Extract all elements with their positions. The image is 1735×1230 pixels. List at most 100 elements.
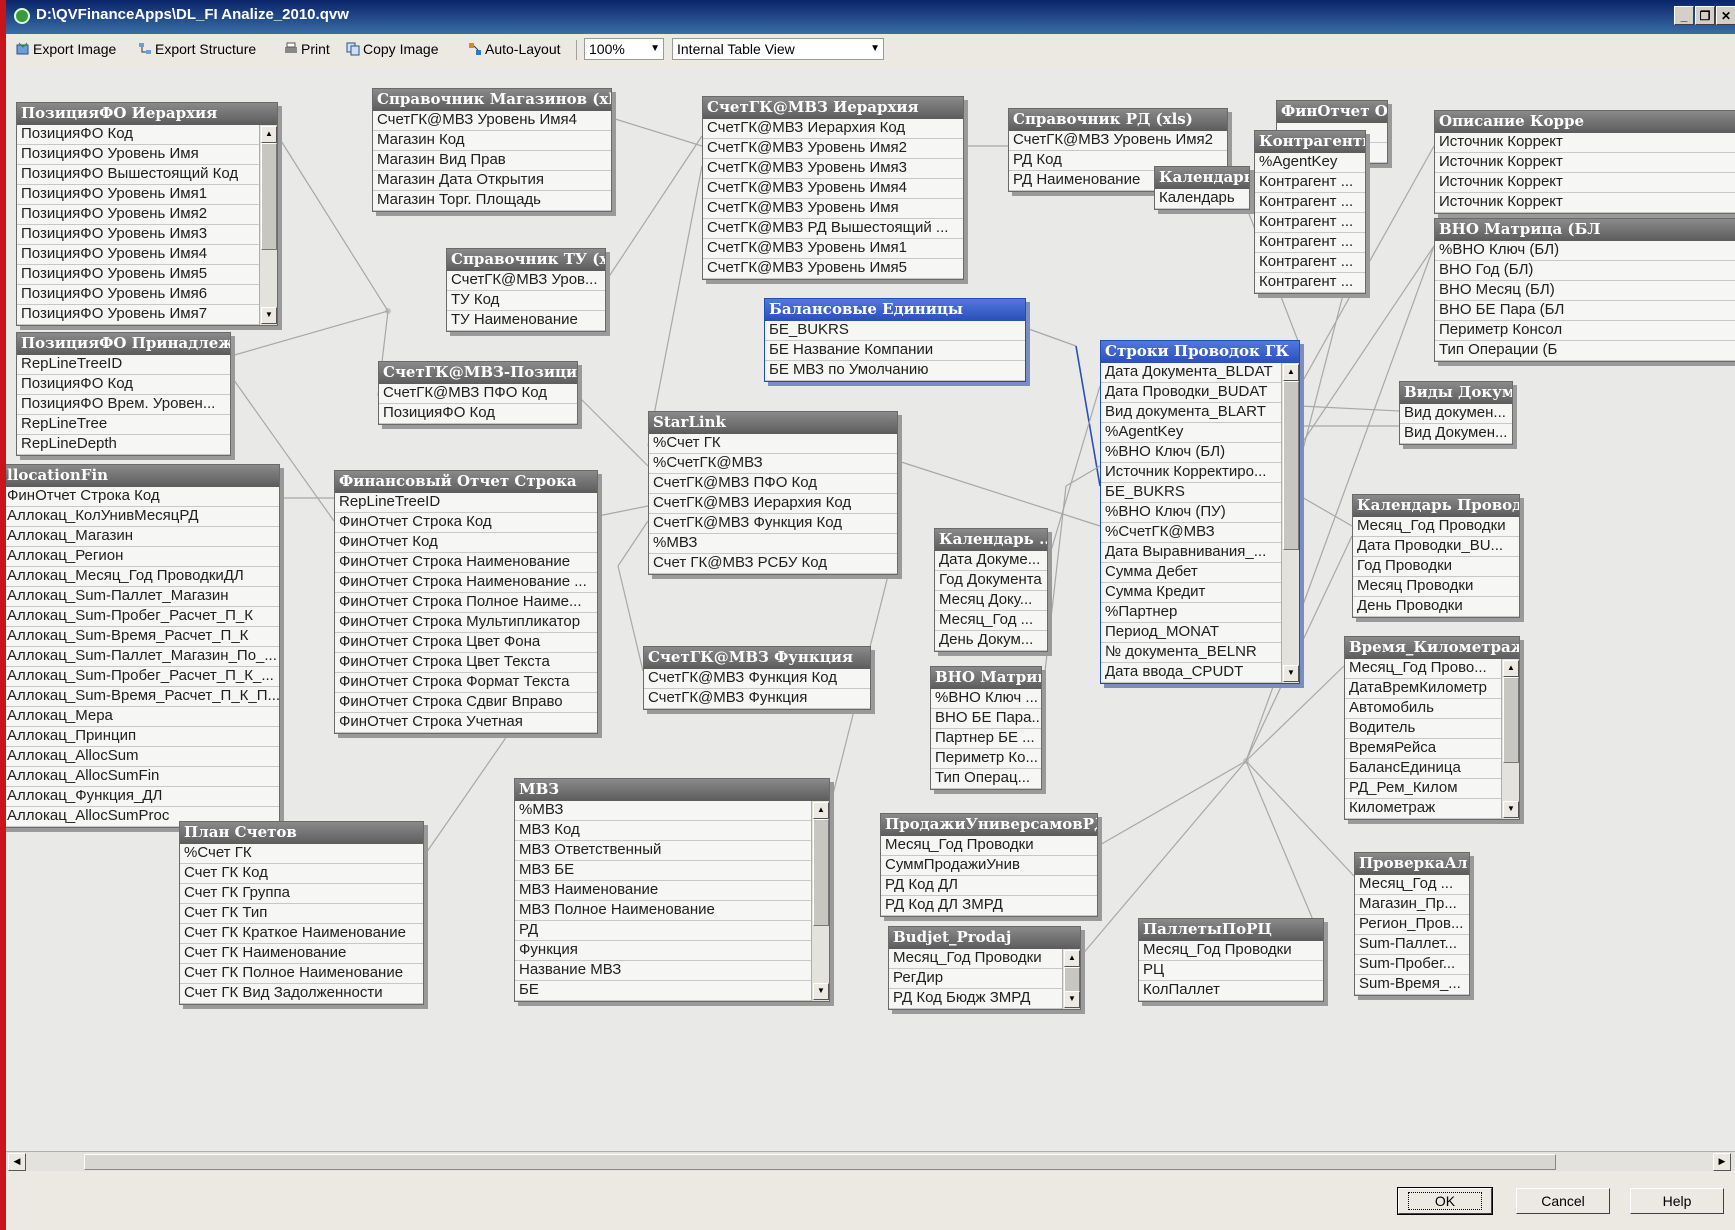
table-field[interactable]: Вид докумен... bbox=[1400, 404, 1512, 424]
table-title[interactable]: Календарь ... bbox=[935, 529, 1047, 551]
table-field[interactable]: ФинОтчет Строка Код bbox=[6, 487, 279, 507]
table-field[interactable]: Источник Коррект bbox=[1435, 133, 1735, 153]
table-field[interactable]: ФинОтчет Строка Полное Наиме... bbox=[335, 593, 597, 613]
table-title[interactable]: СчетГК@МВЗ-ПозицияФО bbox=[379, 362, 577, 384]
table-field[interactable]: Sum-Паллет... bbox=[1355, 935, 1469, 955]
table-title[interactable]: Календарь Проводок bbox=[1353, 495, 1519, 517]
table-field[interactable]: Водитель bbox=[1345, 719, 1502, 739]
table-field[interactable]: ФинОтчет Код bbox=[335, 533, 597, 553]
table-box[interactable]: ПроверкаАл...Месяц_Год ...Магазин_Пр...Р… bbox=[1354, 852, 1470, 996]
table-field[interactable]: Тип Операции (Б bbox=[1435, 341, 1735, 361]
table-box[interactable]: ВНО Матрица (БЛ %ВНО Ключ (БЛ) ВНО Год (БЛ… bbox=[1434, 218, 1735, 362]
table-field[interactable]: %AgentKey bbox=[1255, 153, 1365, 173]
table-field[interactable]: %Счет ГК bbox=[649, 434, 897, 454]
table-field[interactable]: Месяц_Год ... bbox=[1355, 875, 1469, 895]
table-field[interactable]: РегДир bbox=[889, 969, 1063, 989]
scrollbar-thumb[interactable] bbox=[1503, 677, 1519, 763]
table-field[interactable]: СчетГК@МВЗ Уровень Имя2 bbox=[703, 139, 963, 159]
table-field[interactable]: СчетГК@МВЗ Уровень Имя1 bbox=[703, 239, 963, 259]
table-field[interactable]: Периметр Ко... bbox=[931, 749, 1041, 769]
table-box[interactable]: СчетГК@МВЗ-ПозицияФОСчетГК@МВЗ ПФО КодПо… bbox=[378, 361, 578, 425]
table-field[interactable]: Дата Проводки_BU... bbox=[1353, 537, 1519, 557]
table-field[interactable]: Календарь bbox=[1155, 189, 1249, 209]
table-field[interactable]: %ВНО Ключ ... bbox=[931, 689, 1041, 709]
table-field[interactable]: ПозицияФО Уровень Имя4 bbox=[17, 245, 260, 265]
table-box[interactable]: Календарь ... Дата Докуме... Год Документа… bbox=[934, 528, 1048, 652]
table-title[interactable]: ВНО Матриц... bbox=[931, 667, 1041, 689]
table-box[interactable]: ВНО Матриц...%ВНО Ключ ...ВНО БЕ Пара...… bbox=[930, 666, 1042, 790]
table-field[interactable]: Источник Коррект bbox=[1435, 193, 1735, 213]
table-field[interactable]: %ВНО Ключ (БЛ) bbox=[1435, 241, 1735, 261]
table-field[interactable]: КолПаллет bbox=[1139, 981, 1323, 1001]
table-field[interactable]: СчетГК@МВЗ Иерархия Код bbox=[649, 494, 897, 514]
table-field[interactable]: БалансЕдиница bbox=[1345, 759, 1502, 779]
table-field[interactable]: ВНО БЕ Пара (БЛ bbox=[1435, 301, 1735, 321]
table-field[interactable]: День Проводки bbox=[1353, 597, 1519, 617]
table-field[interactable]: Счет ГК Краткое Наименование bbox=[180, 924, 423, 944]
table-field[interactable]: Дата Докуме... bbox=[935, 551, 1047, 571]
vertical-scrollbar[interactable]: ▲ ▼ bbox=[1501, 659, 1519, 819]
table-field[interactable]: Аллокац_Функция_ДЛ bbox=[6, 787, 279, 807]
table-field[interactable]: Контрагент ... bbox=[1255, 253, 1365, 273]
table-field[interactable]: СчетГК@МВЗ Функция bbox=[644, 689, 870, 709]
print-button[interactable]: Print bbox=[284, 41, 330, 57]
table-title[interactable]: Budjet_Prodaj bbox=[889, 927, 1080, 949]
table-field[interactable]: Дата Документа_BLDAT bbox=[1101, 363, 1282, 383]
export-image-button[interactable]: Export Image bbox=[16, 41, 116, 57]
scrollbar-thumb[interactable] bbox=[84, 1154, 1556, 1170]
table-field[interactable]: БЕ_BUKRS bbox=[765, 321, 1025, 341]
minimize-button[interactable]: _ bbox=[1674, 6, 1694, 25]
table-field[interactable]: ФинОтчет Строка Цвет Фона bbox=[335, 633, 597, 653]
table-field[interactable]: Контрагент ... bbox=[1255, 193, 1365, 213]
table-title[interactable]: Описание Корре bbox=[1435, 111, 1735, 133]
table-field[interactable]: ДатаВремКилометр bbox=[1345, 679, 1502, 699]
table-field[interactable]: ПозицияФО Уровень Имя6 bbox=[17, 285, 260, 305]
table-field[interactable]: Аллокац_Sum-Время_Расчет_П_К_П... bbox=[6, 687, 279, 707]
table-field[interactable]: Контрагент ... bbox=[1255, 273, 1365, 293]
table-field[interactable]: ПозицияФО Уровень Имя5 bbox=[17, 265, 260, 285]
vertical-scrollbar[interactable]: ▲ ▼ bbox=[811, 801, 829, 1001]
table-field[interactable]: Sum-Пробег... bbox=[1355, 955, 1469, 975]
table-field[interactable]: СчетГК@МВЗ ПФО Код bbox=[649, 474, 897, 494]
scroll-up-icon[interactable]: ▲ bbox=[1503, 660, 1519, 677]
table-field[interactable]: %СчетГК@МВЗ bbox=[1101, 523, 1282, 543]
table-field[interactable]: %ВНО Ключ (ПУ) bbox=[1101, 503, 1282, 523]
table-field[interactable]: ФинОтчет Строка Наименование bbox=[335, 553, 597, 573]
auto-layout-button[interactable]: Auto-Layout bbox=[468, 41, 561, 57]
table-box[interactable]: Балансовые Единицы БЕ_BUKRS БЕ Название Ко… bbox=[764, 298, 1026, 382]
table-field[interactable]: Партнер БЕ ... bbox=[931, 729, 1041, 749]
table-field[interactable]: RepLineTree bbox=[17, 415, 230, 435]
table-field[interactable]: Счет ГК Вид Задолженности bbox=[180, 984, 423, 1004]
table-field[interactable]: Тип Операц... bbox=[931, 769, 1041, 789]
table-field[interactable]: РЦ bbox=[1139, 961, 1323, 981]
table-box[interactable]: СчетГК@МВЗ Иерархия СчетГК@МВЗ Иерархия К… bbox=[702, 96, 964, 280]
table-title[interactable]: ПродажиУниверсамовРД bbox=[881, 814, 1097, 836]
table-field[interactable]: ПозицияФО Уровень Имя1 bbox=[17, 185, 260, 205]
table-box[interactable]: ПозицияФО Иерархия ПозицияФО Код ПозицияФО… bbox=[16, 102, 278, 326]
table-field[interactable]: ВремяРейса bbox=[1345, 739, 1502, 759]
table-field[interactable]: Километраж bbox=[1345, 799, 1502, 819]
table-field[interactable]: СчетГК@МВЗ Уровень Имя4 bbox=[373, 111, 611, 131]
table-field[interactable]: СчетГК@МВЗ ПФО Код bbox=[379, 384, 577, 404]
scrollbar-thumb[interactable] bbox=[261, 143, 277, 250]
table-field[interactable]: ФинОтчет Строка Наименование ... bbox=[335, 573, 597, 593]
table-title[interactable]: Календарь ... bbox=[1155, 167, 1249, 189]
table-field[interactable]: Аллокац_Sum-Пробег_Расчет_П_К_... bbox=[6, 667, 279, 687]
table-field[interactable]: Месяц Доку... bbox=[935, 591, 1047, 611]
table-field[interactable]: %МВЗ bbox=[515, 801, 812, 821]
table-field[interactable]: Счет ГК Наименование bbox=[180, 944, 423, 964]
table-field[interactable]: Сумма Дебет bbox=[1101, 563, 1282, 583]
table-field[interactable]: СчетГК@МВЗ Уровень Имя2 bbox=[1009, 131, 1227, 151]
table-box[interactable]: СчетГК@МВЗ Функция СчетГК@МВЗ Функция Код… bbox=[643, 646, 871, 710]
table-field[interactable]: ПозицияФО Уровень Имя3 bbox=[17, 225, 260, 245]
table-field[interactable]: ФинОтчет Строка Мультипликатор bbox=[335, 613, 597, 633]
table-field[interactable]: Сумма Кредит bbox=[1101, 583, 1282, 603]
table-title[interactable]: ПозицияФО Иерархия bbox=[17, 103, 277, 125]
table-title[interactable]: СчетГК@МВЗ Иерархия bbox=[703, 97, 963, 119]
table-field[interactable]: День Докум... bbox=[935, 631, 1047, 651]
table-field[interactable]: Год Проводки bbox=[1353, 557, 1519, 577]
table-field[interactable]: Периметр Консол bbox=[1435, 321, 1735, 341]
table-field[interactable]: Вид документа_BLART bbox=[1101, 403, 1282, 423]
table-field[interactable]: ТУ Код bbox=[447, 291, 605, 311]
table-field[interactable]: Месяц_Год ... bbox=[935, 611, 1047, 631]
